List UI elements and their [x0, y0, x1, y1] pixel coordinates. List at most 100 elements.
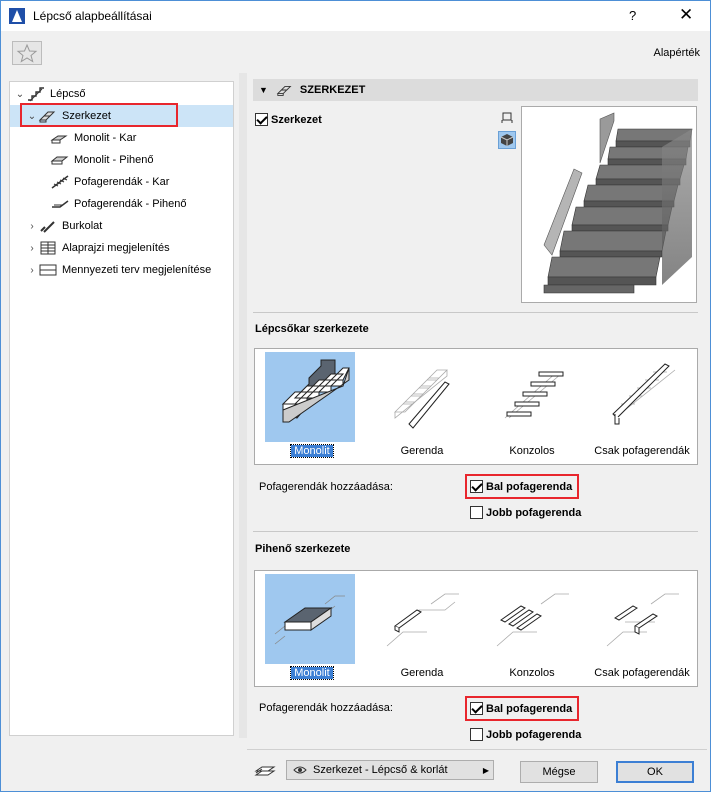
tree-item-stringer-landing[interactable]: Pofagerendák - Pihenő	[10, 193, 233, 215]
landing-option-cantilevered[interactable]: Konzolos	[477, 574, 587, 682]
checkbox-box[interactable]	[470, 480, 483, 493]
checkbox-label: Bal pofagerenda	[486, 480, 573, 493]
preview-toolbar	[498, 109, 518, 153]
landing-structure-options: Monolit Gerenda Konzolos Csak pofagerend…	[254, 570, 698, 687]
2d-view-button[interactable]	[498, 109, 516, 127]
ok-button[interactable]: OK	[616, 761, 694, 783]
option-label: Monolit	[290, 444, 334, 458]
divider	[253, 531, 698, 532]
panel-title: SZERKEZET	[299, 84, 366, 96]
tree-item-floorplan[interactable]: › Alaprajzi megjelenítés	[10, 237, 233, 259]
checkbox-label: Bal pofagerenda	[486, 702, 573, 715]
panel-header[interactable]: ▼ SZERKEZET	[253, 79, 698, 101]
stringers-only-landing-icon	[606, 593, 679, 647]
stringer-landing-icon	[52, 200, 69, 208]
checkbox-box[interactable]	[470, 702, 483, 715]
landing-stringers-label: Pofagerendák hozzáadása:	[259, 702, 393, 714]
stair-preview-image	[543, 112, 693, 294]
tree-item-label: Pofagerendák - Pihenő	[74, 198, 187, 210]
defaults-label: Alapérték	[653, 47, 700, 59]
monolithic-landing-icon	[274, 595, 345, 645]
flight-left-stringer-checkbox[interactable]: Bal pofagerenda	[470, 480, 572, 493]
collapse-triangle-icon[interactable]: ▼	[259, 85, 268, 95]
landing-structure-title: Pihenő szerkezete	[255, 543, 351, 555]
layers-icon	[254, 766, 276, 776]
panel-splitter[interactable]	[239, 73, 247, 738]
cube-icon	[500, 134, 514, 146]
landing-option-monolithic[interactable]: Monolit	[257, 574, 367, 682]
option-label: Csak pofagerendák	[594, 445, 690, 457]
monolithic-flight-icon	[50, 135, 68, 144]
structure-icon	[276, 85, 292, 96]
thumb	[265, 352, 355, 442]
triangle-right-icon: ▶	[482, 765, 489, 775]
ceiling-plan-icon	[39, 264, 57, 276]
tree-item-stringer-flight[interactable]: Pofagerendák - Kar	[10, 171, 233, 193]
flight-structure-options: Monolit Gerenda Konzolos Csak pofagerend…	[254, 348, 698, 465]
tree-item-finish[interactable]: › Burkolat	[10, 215, 233, 237]
title-bar: Lépcső alapbeállításai ? ✕	[1, 1, 710, 31]
cancel-button[interactable]: Mégse	[520, 761, 598, 783]
monolithic-flight-icon	[281, 359, 350, 423]
stringer-flight-icon	[51, 175, 69, 189]
checkbox-box[interactable]	[255, 113, 268, 126]
tree-item-label: Lépcső	[50, 88, 86, 100]
archicad-app-icon	[9, 8, 25, 24]
landing-left-stringer-checkbox[interactable]: Bal pofagerenda	[470, 702, 572, 715]
option-label: Konzolos	[509, 667, 555, 679]
chevron-right-icon[interactable]: ›	[26, 265, 38, 276]
option-label: Monolit	[290, 666, 334, 680]
flight-right-stringer-checkbox[interactable]: Jobb pofagerenda	[470, 506, 581, 519]
tree-item-label: Alaprajzi megjelenítés	[62, 242, 170, 254]
cantilevered-landing-icon	[496, 593, 569, 647]
settings-tree[interactable]: ⌄ Lépcső ⌄ Szerkezet Monolit - Kar Monol…	[9, 81, 234, 736]
flight-option-cantilevered[interactable]: Konzolos	[477, 352, 587, 460]
thumb	[485, 352, 575, 442]
close-button[interactable]: ✕	[679, 5, 693, 25]
flight-option-beam[interactable]: Gerenda	[367, 352, 477, 460]
dropdown-value: Szerkezet - Lépcső & korlát	[313, 764, 448, 776]
flight-stringers-label: Pofagerendák hozzáadása:	[259, 481, 393, 493]
settings-dialog: Lépcső alapbeállításai ? ✕ Alapérték ⌄ L…	[0, 0, 711, 792]
model-view-dropdown[interactable]: Szerkezet - Lépcső & korlát ▶	[286, 760, 494, 780]
chevron-right-icon[interactable]: ›	[26, 221, 38, 232]
tree-item-label: Monolit - Pihenő	[74, 154, 154, 166]
tree-item-ceiling-plan[interactable]: › Mennyezeti terv megjelenítése	[10, 259, 233, 281]
flight-option-stringers-only[interactable]: Csak pofagerendák	[587, 352, 697, 460]
chevron-right-icon[interactable]: ›	[26, 243, 38, 254]
option-label: Gerenda	[400, 445, 444, 457]
stringers-only-flight-icon	[612, 363, 676, 425]
tree-item-label: Pofagerendák - Kar	[74, 176, 170, 188]
flight-structure-title: Lépcsőkar szerkezete	[255, 323, 369, 335]
help-button[interactable]: ?	[629, 8, 636, 23]
checkbox-box[interactable]	[470, 728, 483, 741]
3d-view-button[interactable]	[498, 131, 516, 149]
tree-item-monolithic-landing[interactable]: Monolit - Pihenő	[10, 149, 233, 171]
monolithic-landing-icon	[50, 156, 69, 165]
tree-item-label: Mennyezeti terv megjelenítése	[62, 264, 212, 276]
thumb	[265, 574, 355, 664]
tree-item-label: Monolit - Kar	[74, 132, 137, 144]
checkbox-label: Jobb pofagerenda	[486, 506, 582, 519]
tree-item-stair[interactable]: ⌄ Lépcső	[10, 83, 233, 105]
tree-item-label: Burkolat	[62, 220, 103, 232]
landing-right-stringer-checkbox[interactable]: Jobb pofagerenda	[470, 728, 581, 741]
thumb	[485, 574, 575, 664]
thumb	[595, 574, 685, 664]
chevron-down-icon[interactable]: ⌄	[14, 89, 26, 100]
flight-option-monolithic[interactable]: Monolit	[257, 352, 367, 460]
star-icon	[16, 43, 38, 63]
selection-highlight	[20, 103, 178, 127]
checkbox-box[interactable]	[470, 506, 483, 519]
cantilevered-flight-icon	[504, 371, 564, 419]
checkbox-label: Szerkezet	[271, 113, 322, 126]
favorites-button[interactable]	[12, 41, 42, 65]
finish-icon	[40, 221, 55, 233]
thumb	[375, 574, 465, 664]
beam-landing-icon	[386, 593, 459, 647]
tree-item-monolithic-flight[interactable]: Monolit - Kar	[10, 127, 233, 149]
landing-option-beam[interactable]: Gerenda	[367, 574, 477, 682]
structure-checkbox[interactable]: Szerkezet	[255, 113, 322, 126]
stair-3d-preview	[521, 106, 697, 303]
landing-option-stringers-only[interactable]: Csak pofagerendák	[587, 574, 697, 682]
